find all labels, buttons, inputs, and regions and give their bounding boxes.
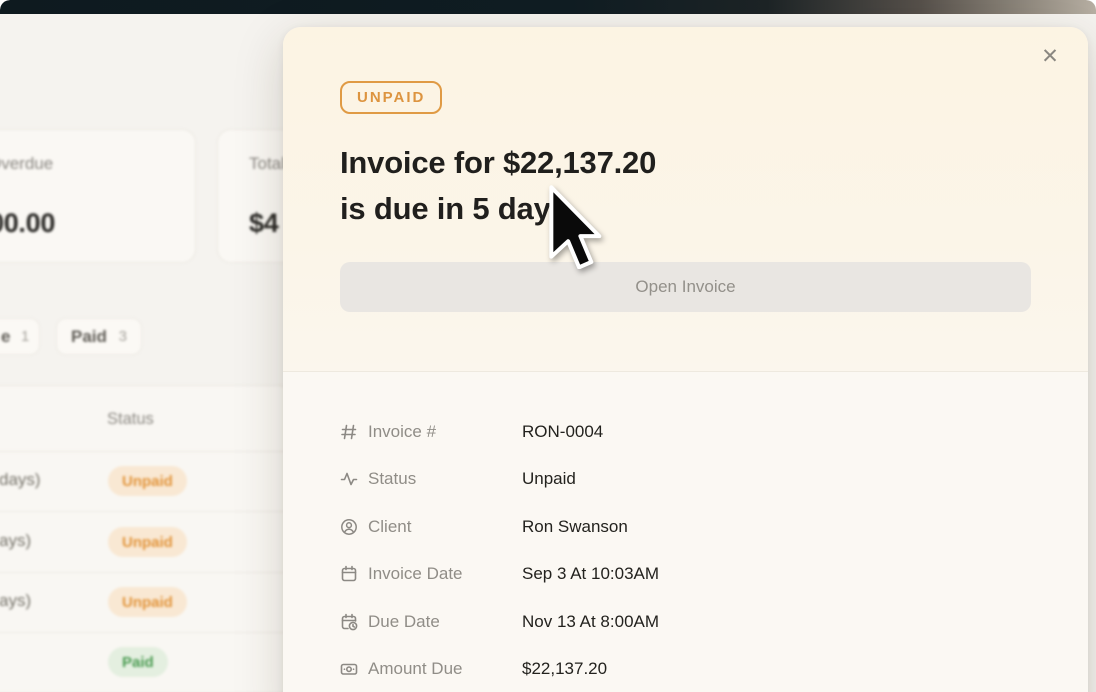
invoice-title-line1: Invoice for $22,137.20 [340, 145, 657, 180]
modal-header-section: ✕ UNPAID Invoice for $22,137.20 is due i… [283, 27, 1088, 372]
detail-value: Unpaid [522, 469, 576, 489]
stat-card-value: $4 [249, 208, 279, 238]
stat-card-overdue: Overdue 00.00 [0, 129, 196, 263]
banknote-icon [340, 659, 360, 679]
status-badge: Unpaid [108, 466, 187, 496]
calendar-clock-icon [340, 612, 360, 632]
detail-row-invoice-date: Invoice Date Sep 3 At 10:03AM [340, 551, 1031, 599]
row-due-text: ays) [0, 591, 32, 610]
stat-card-value: 00.00 [0, 208, 56, 238]
table-row[interactable]: Paid [0, 632, 291, 692]
invoice-detail-modal: ✕ UNPAID Invoice for $22,137.20 is due i… [283, 27, 1088, 692]
stat-card-label: Overdue [0, 154, 54, 173]
close-icon[interactable]: ✕ [1036, 43, 1064, 71]
filter-tab-due[interactable]: e 1 [0, 318, 40, 355]
activity-icon [340, 469, 360, 489]
filter-tab-label: e [1, 326, 11, 346]
detail-label: Invoice Date [368, 564, 463, 584]
detail-row-status: Status Unpaid [340, 456, 1031, 504]
detail-label: Invoice # [368, 421, 437, 441]
hash-icon [340, 422, 360, 442]
app-window: Overdue 00.00 Total $4 e 1 Paid 3 Status… [0, 0, 1096, 692]
filter-tab-count: 3 [118, 328, 127, 345]
detail-label: Client [368, 516, 412, 536]
invoice-table: Status days) Unpaid ays) Unpaid ays) Unp… [0, 385, 292, 692]
status-column-header: Status [107, 410, 154, 428]
invoice-title-line2: is due in 5 days [340, 191, 568, 226]
invoice-details-section: Invoice # RON-0004 Status Unpaid Client … [283, 372, 1088, 692]
open-invoice-button[interactable]: Open Invoice [340, 262, 1031, 312]
detail-label: Status [368, 469, 417, 489]
filter-tab-paid[interactable]: Paid 3 [56, 318, 142, 355]
detail-value: RON-0004 [522, 421, 604, 441]
detail-label: Amount Due [368, 659, 463, 679]
status-badge: Paid [108, 647, 168, 677]
unpaid-status-badge: UNPAID [340, 81, 443, 114]
browser-top-bar [0, 0, 1096, 14]
status-badge: Unpaid [108, 527, 187, 557]
calendar-icon [340, 564, 360, 584]
detail-value: Ron Swanson [522, 516, 628, 536]
detail-label: Due Date [368, 611, 440, 631]
detail-row-client: Client Ron Swanson [340, 503, 1031, 551]
table-row[interactable]: ays) Unpaid [0, 512, 291, 573]
filter-tab-label: Paid [71, 326, 107, 346]
detail-value: $22,137.20 [522, 659, 608, 679]
detail-row-amount-due: Amount Due $22,137.20 [340, 646, 1031, 692]
detail-row-invoice-number: Invoice # RON-0004 [340, 408, 1031, 456]
detail-row-due-date: Due Date Nov 13 At 8:00AM [340, 598, 1031, 646]
user-circle-icon [340, 517, 360, 537]
detail-value: Sep 3 At 10:03AM [522, 564, 660, 584]
detail-value: Nov 13 At 8:00AM [522, 611, 660, 631]
mouse-cursor [549, 185, 602, 269]
row-due-text: ays) [0, 531, 32, 550]
stat-card-label: Total [249, 154, 285, 173]
table-row[interactable]: days) Unpaid [0, 451, 291, 512]
status-badge: Unpaid [108, 587, 187, 617]
row-due-text: days) [0, 470, 41, 489]
filter-tab-count: 1 [21, 328, 30, 345]
table-row[interactable]: ays) Unpaid [0, 572, 291, 633]
